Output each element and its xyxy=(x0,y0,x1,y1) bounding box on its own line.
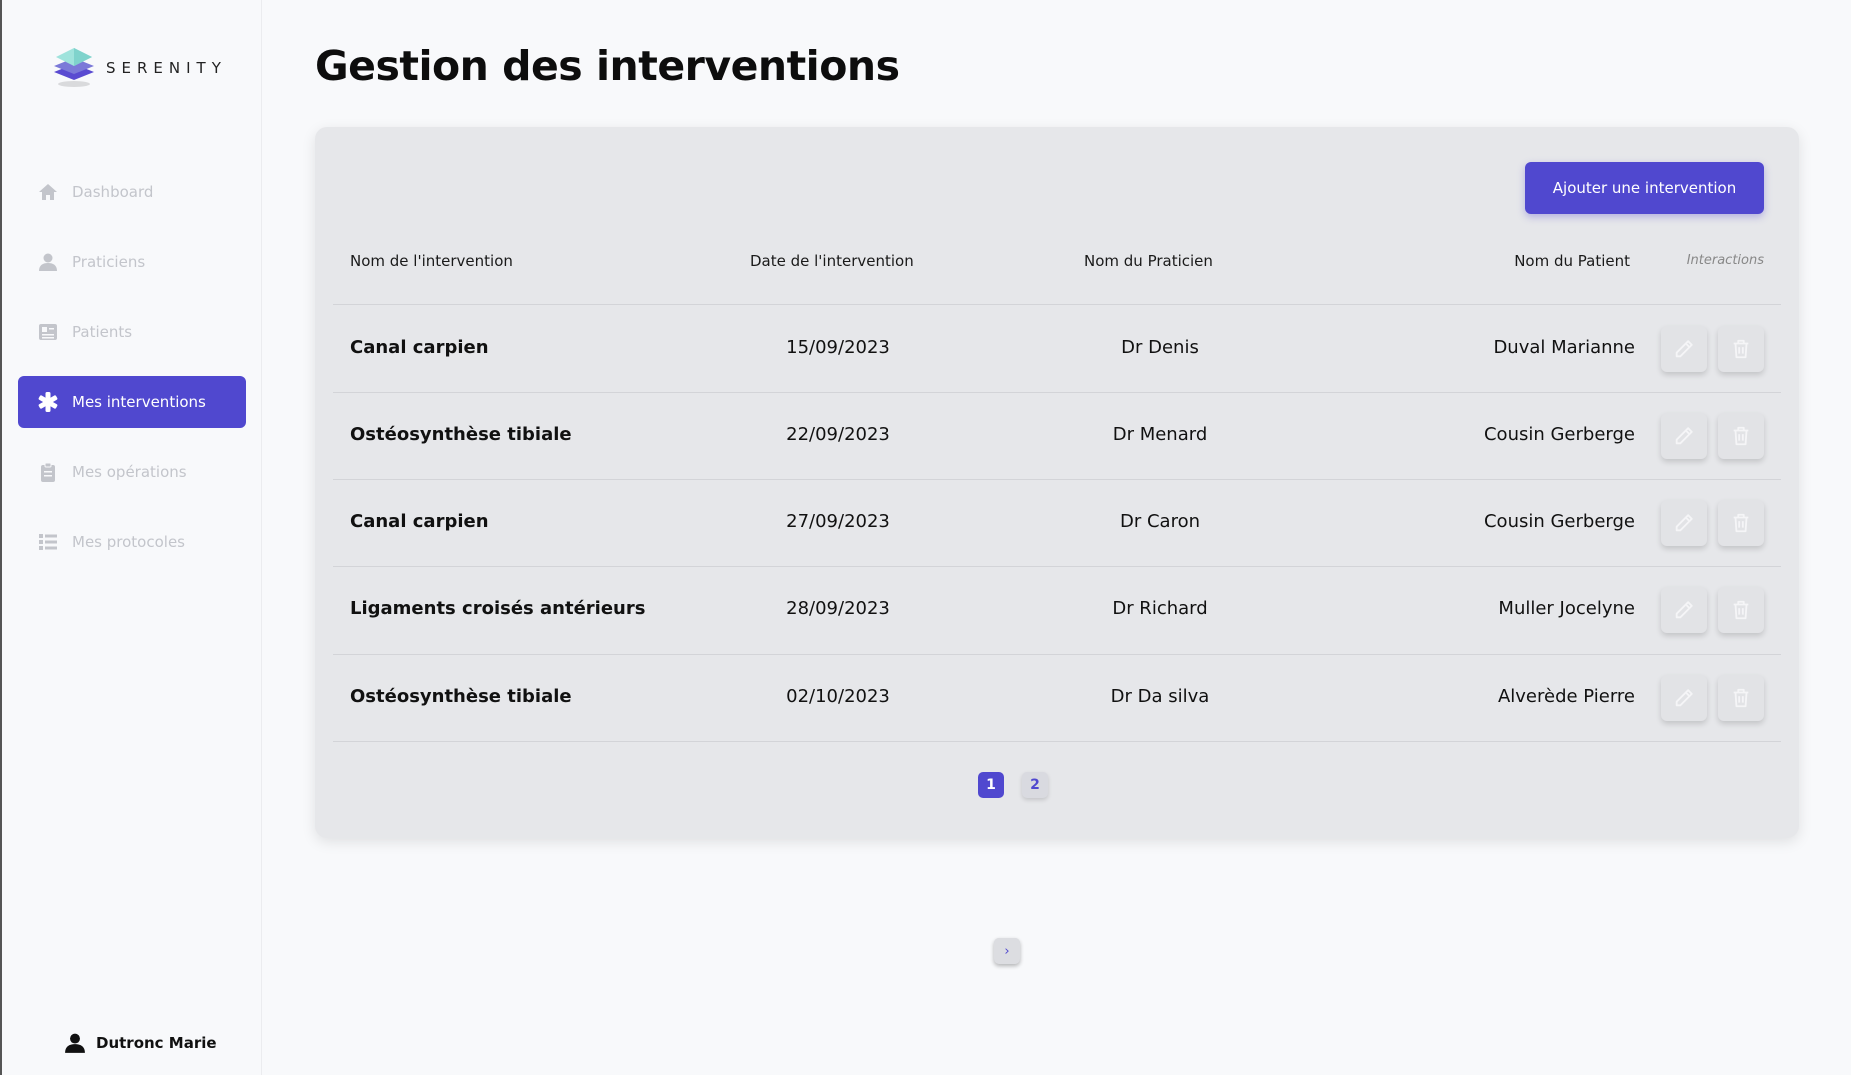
intervention-name: Ligaments croisés antérieurs xyxy=(350,598,646,619)
pencil-icon xyxy=(1675,689,1693,707)
delete-button[interactable] xyxy=(1718,675,1764,721)
id-card-icon xyxy=(38,322,58,342)
column-header-date: Date de l'intervention xyxy=(750,252,914,270)
trash-icon xyxy=(1733,688,1749,708)
edit-button[interactable] xyxy=(1661,587,1707,633)
edit-button[interactable] xyxy=(1661,500,1707,546)
column-header-patient: Nom du Patient xyxy=(1514,252,1630,270)
patient-name: Cousin Gerberge xyxy=(1483,511,1635,532)
patient-name: Muller Jocelyne xyxy=(1498,598,1635,619)
intervention-date: 28/09/2023 xyxy=(786,598,890,619)
logo[interactable]: SERENITY xyxy=(50,44,227,92)
pencil-icon xyxy=(1675,427,1693,445)
sidebar-item-label: Mes interventions xyxy=(72,393,206,411)
current-user[interactable]: Dutronc Marie xyxy=(64,1032,217,1054)
table-row: Ligaments croisés antérieurs 28/09/2023 … xyxy=(333,566,1781,653)
page-2-button[interactable]: 2 xyxy=(1022,772,1048,798)
sidebar-item-label: Patients xyxy=(72,323,133,341)
sidebar-nav: Dashboard Praticiens Patients Mes interv… xyxy=(18,166,246,586)
asterisk-icon xyxy=(38,392,58,412)
table-row: Ostéosynthèse tibiale 22/09/2023 Dr Mena… xyxy=(333,392,1781,479)
intervention-name: Canal carpien xyxy=(350,511,489,532)
sidebar-item-label: Dashboard xyxy=(72,183,154,201)
intervention-name: Ostéosynthèse tibiale xyxy=(350,686,572,707)
page-1-button[interactable]: 1 xyxy=(978,772,1004,798)
list-icon xyxy=(38,532,58,552)
divider xyxy=(333,741,1781,742)
page-title: Gestion des interventions xyxy=(315,42,900,90)
column-header-practitioner: Nom du Praticien xyxy=(1084,252,1213,270)
edit-button[interactable] xyxy=(1661,675,1707,721)
sidebar-item-label: Praticiens xyxy=(72,253,146,271)
sidebar-item-label: Mes opérations xyxy=(72,463,187,481)
table-header: Nom de l'intervention Date de l'interven… xyxy=(350,252,1764,302)
practitioner-name: Dr Menard xyxy=(1112,424,1208,445)
add-intervention-button[interactable]: Ajouter une intervention xyxy=(1525,162,1764,214)
practitioner-name: Dr Richard xyxy=(1112,598,1208,619)
table-row: Ostéosynthèse tibiale 02/10/2023 Dr Da s… xyxy=(333,654,1781,741)
delete-button[interactable] xyxy=(1718,413,1764,459)
trash-icon xyxy=(1733,513,1749,533)
intervention-date: 27/09/2023 xyxy=(786,511,890,532)
intervention-name: Canal carpien xyxy=(350,337,489,358)
trash-icon xyxy=(1733,600,1749,620)
pagination: ‹ 1 2 › xyxy=(978,772,1066,964)
table-row: Canal carpien 15/09/2023 Dr Denis Duval … xyxy=(333,305,1781,392)
practitioner-name: Dr Denis xyxy=(1121,337,1199,358)
column-header-name: Nom de l'intervention xyxy=(350,252,513,270)
trash-icon xyxy=(1733,339,1749,359)
patient-name: Cousin Gerberge xyxy=(1483,424,1635,445)
intervention-name: Ostéosynthèse tibiale xyxy=(350,424,572,445)
patient-name: Alverède Pierre xyxy=(1497,686,1635,707)
delete-button[interactable] xyxy=(1718,587,1764,633)
practitioner-name: Dr Da silva xyxy=(1110,686,1210,707)
interventions-card: Ajouter une intervention Nom de l'interv… xyxy=(315,127,1799,964)
sidebar-item-mes-operations[interactable]: Mes opérations xyxy=(18,446,246,498)
user-icon xyxy=(38,252,58,272)
intervention-date: 15/09/2023 xyxy=(786,337,890,358)
serenity-logo-icon xyxy=(54,48,94,87)
user-icon xyxy=(64,1032,86,1054)
user-name: Dutronc Marie xyxy=(96,1034,217,1052)
column-header-interactions: Interactions xyxy=(1686,253,1764,268)
brand-name: SERENITY xyxy=(106,59,227,77)
home-icon xyxy=(38,182,58,202)
table-row: Canal carpien 27/09/2023 Dr Caron Cousin… xyxy=(333,479,1781,566)
delete-button[interactable] xyxy=(1718,326,1764,372)
sidebar-item-praticiens[interactable]: Praticiens xyxy=(18,236,246,288)
sidebar-item-mes-protocoles[interactable]: Mes protocoles xyxy=(18,516,246,568)
patient-name: Duval Marianne xyxy=(1493,337,1635,358)
intervention-date: 02/10/2023 xyxy=(786,686,890,707)
practitioner-name: Dr Caron xyxy=(1119,511,1200,532)
sidebar-item-label: Mes protocoles xyxy=(72,533,185,551)
edit-button[interactable] xyxy=(1661,413,1707,459)
pencil-icon xyxy=(1675,340,1693,358)
delete-button[interactable] xyxy=(1718,500,1764,546)
sidebar-item-patients[interactable]: Patients xyxy=(18,306,246,358)
sidebar-item-mes-interventions[interactable]: Mes interventions xyxy=(18,376,246,428)
next-page-button[interactable]: › xyxy=(994,938,1020,964)
clipboard-icon xyxy=(38,462,58,482)
trash-icon xyxy=(1733,426,1749,446)
intervention-date: 22/09/2023 xyxy=(786,424,890,445)
sidebar: SERENITY Dashboard Praticiens Patients M… xyxy=(0,0,262,1075)
pencil-icon xyxy=(1675,514,1693,532)
pencil-icon xyxy=(1675,601,1693,619)
edit-button[interactable] xyxy=(1661,326,1707,372)
sidebar-item-dashboard[interactable]: Dashboard xyxy=(18,166,246,218)
